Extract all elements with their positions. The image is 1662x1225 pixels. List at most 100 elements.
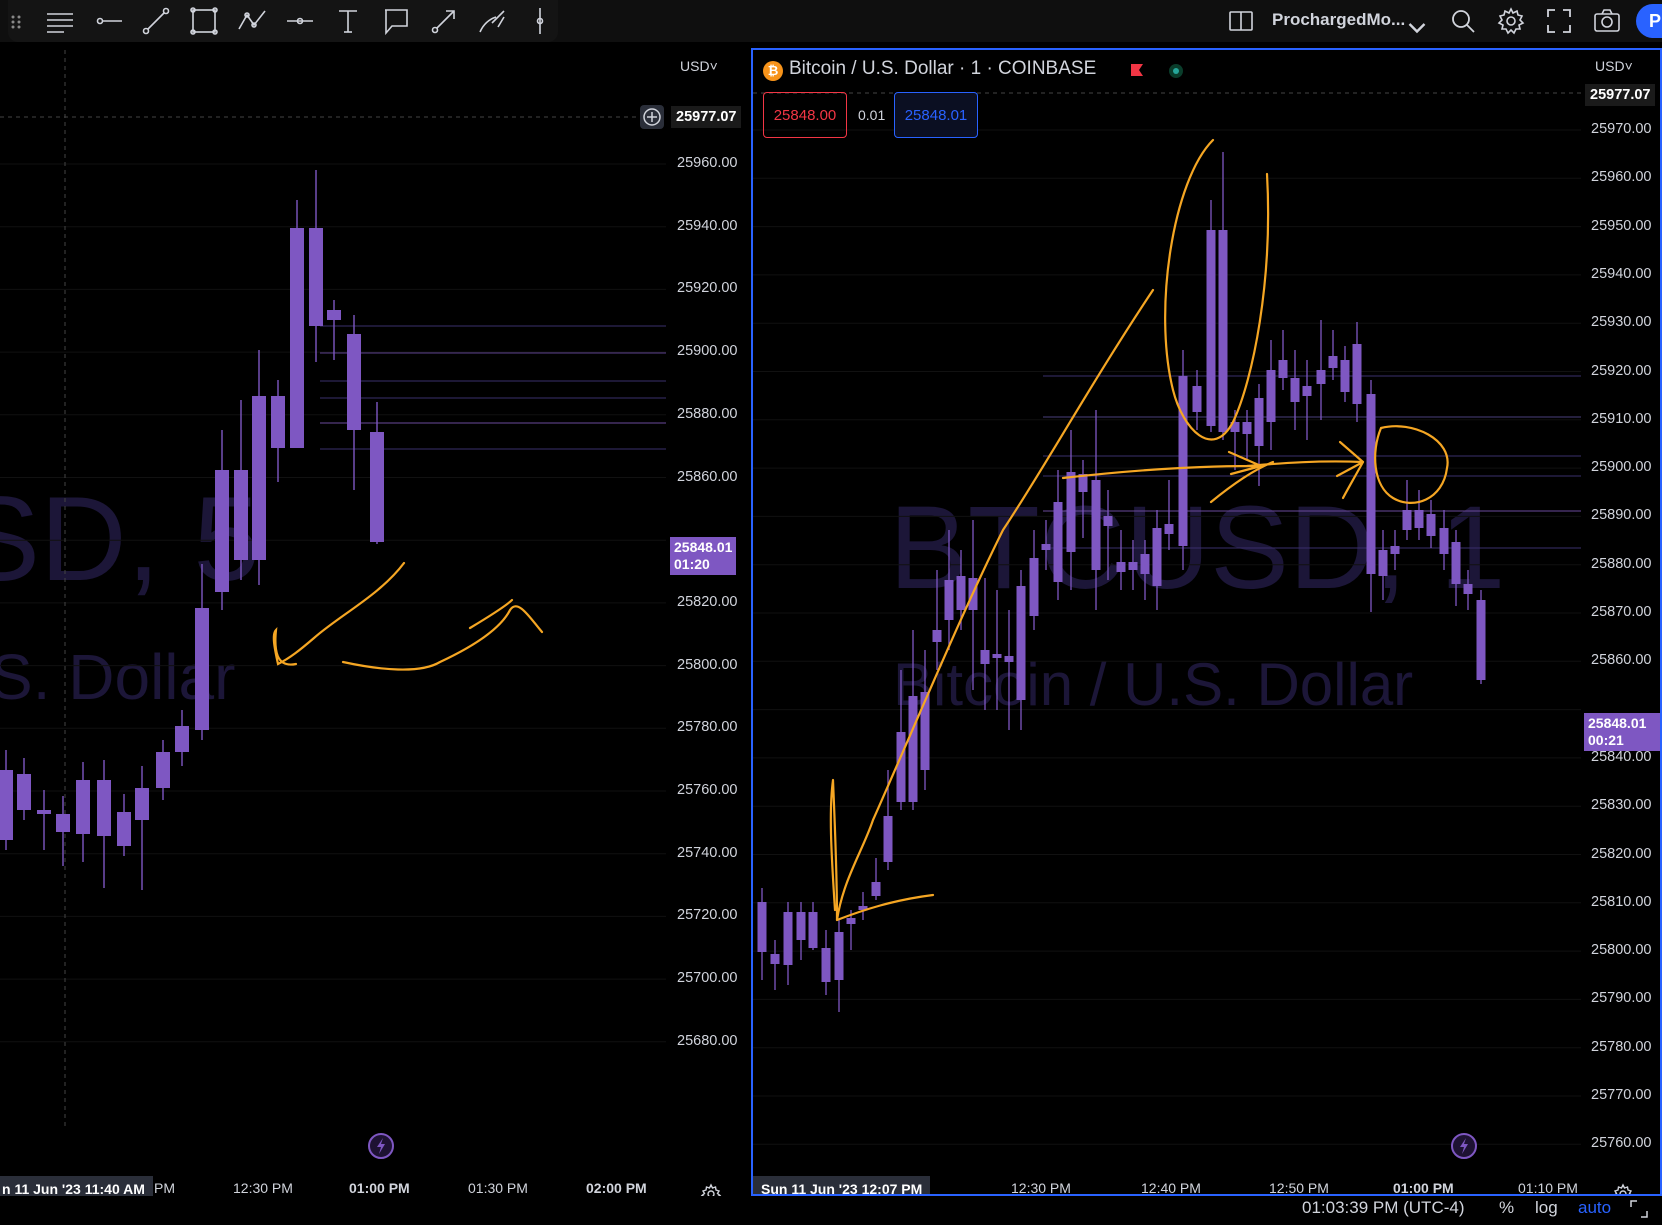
- buy-button[interactable]: 25848.01: [894, 92, 978, 138]
- price-axis-label: 25720.00: [677, 907, 738, 924]
- percent-toggle[interactable]: %: [1499, 1198, 1514, 1218]
- candle-body: [908, 696, 918, 802]
- price-axis-label: 25700.00: [677, 970, 738, 987]
- price-axis-label: 25680.00: [677, 1032, 738, 1049]
- candle-body: [1390, 546, 1400, 554]
- auto-toggle[interactable]: auto: [1578, 1198, 1611, 1218]
- left-currency-label[interactable]: USD˅: [680, 58, 718, 74]
- chevron-down-icon[interactable]: [1402, 12, 1426, 34]
- camera-icon[interactable]: [1592, 6, 1622, 36]
- candle-body: [156, 752, 170, 788]
- price-axis-label: 25940.00: [677, 217, 738, 234]
- candle-body: [290, 228, 304, 448]
- price-axis-label: 25860.00: [1591, 652, 1652, 669]
- price-axis-label: 25900.00: [1591, 459, 1652, 476]
- market-open-dot-icon: [1169, 64, 1183, 78]
- time-axis-label: 12:50 PM: [1269, 1180, 1329, 1196]
- left-price-line-tag: 25977.07: [671, 106, 742, 128]
- layout-name[interactable]: ProchargedMo...: [1272, 10, 1405, 30]
- right-currency-label[interactable]: USD˅: [1595, 58, 1633, 74]
- candle-body: [252, 396, 266, 560]
- publish-button[interactable]: P: [1636, 4, 1662, 38]
- horizontal-lines-icon[interactable]: [44, 5, 76, 37]
- right-candlestick-chart[interactable]: [753, 50, 1662, 1196]
- rectangle-icon[interactable]: [188, 5, 220, 37]
- left-last-price-tag: 25848.01 01:20: [670, 537, 737, 575]
- candle-body: [1302, 386, 1312, 396]
- horizontal-ray-icon[interactable]: [92, 5, 124, 37]
- candle-body: [834, 932, 844, 980]
- price-axis-label: 25860.00: [677, 468, 738, 485]
- candle-body: [1316, 370, 1326, 384]
- add-alert-plus-icon[interactable]: [640, 105, 664, 129]
- text-tool-icon[interactable]: [332, 5, 364, 37]
- trend-line-icon[interactable]: [140, 5, 172, 37]
- time-axis-label: 12:30 PM: [233, 1180, 293, 1196]
- price-axis-label: 25880.00: [677, 405, 738, 422]
- horizontal-line-icon[interactable]: [284, 5, 316, 37]
- price-axis-label: 25810.00: [1591, 893, 1652, 910]
- spread-value: 0.01: [858, 107, 886, 123]
- price-axis-label: 25800.00: [677, 656, 738, 673]
- fullscreen-icon[interactable]: [1544, 6, 1574, 36]
- candle-body: [1004, 656, 1014, 662]
- drawing-tools-bar: [8, 0, 558, 42]
- candle-body: [1128, 562, 1138, 570]
- candle-body: [1053, 502, 1063, 582]
- flag-icon[interactable]: [1129, 62, 1145, 78]
- candle-body: [234, 470, 248, 560]
- search-icon[interactable]: [1448, 6, 1478, 36]
- layout-grid-icon[interactable]: [1226, 6, 1256, 36]
- price-axis-label: 25920.00: [677, 280, 738, 297]
- brush-icon[interactable]: [476, 5, 508, 37]
- candle-body: [757, 902, 767, 952]
- right-last-price-tag: 25848.01 00:21: [1584, 713, 1662, 751]
- candle-body: [56, 814, 70, 832]
- right-chart-pane[interactable]: BTCUSD, 1 Bitcoin / U.S. Dollar ₿ Bitcoi…: [753, 50, 1662, 1205]
- maximize-icon[interactable]: [1628, 1198, 1650, 1220]
- candle-body: [1164, 524, 1174, 534]
- left-chart-pane[interactable]: SD, 5 S. Dollar USD˅ 25960.0025940.00259…: [0, 50, 748, 1205]
- candle-body: [1476, 600, 1486, 680]
- lightning-icon[interactable]: [1449, 1131, 1479, 1161]
- favorites-grip-icon[interactable]: [2, 5, 24, 37]
- candle-body: [796, 912, 806, 940]
- candle-body: [821, 948, 831, 982]
- candle-body: [1152, 528, 1162, 586]
- time-axis-label: PM: [154, 1180, 175, 1196]
- price-axis-label: 25820.00: [1591, 845, 1652, 862]
- price-axis-label: 25790.00: [1591, 990, 1652, 1007]
- status-bar: 01:03:39 PM (UTC-4) % log auto: [0, 1196, 1662, 1223]
- arrow-tool-icon[interactable]: [428, 5, 460, 37]
- lightning-icon[interactable]: [366, 1131, 396, 1161]
- price-axis-label: 25760.00: [677, 782, 738, 798]
- candle-body: [309, 228, 323, 326]
- price-axis-label: 25840.00: [1591, 748, 1652, 765]
- gear-icon[interactable]: [1496, 6, 1526, 36]
- left-candlestick-chart[interactable]: [0, 50, 748, 1196]
- price-axis-label: 25910.00: [1591, 410, 1652, 427]
- price-axis-label: 25780.00: [1591, 1038, 1652, 1055]
- time-axis-label: 12:40 PM: [1141, 1180, 1201, 1196]
- symbol-title[interactable]: Bitcoin / U.S. Dollar · 1 · COINBASE: [789, 58, 1096, 80]
- callout-icon[interactable]: [380, 5, 412, 37]
- candle-body: [175, 726, 189, 752]
- price-axis-label: 25880.00: [1591, 555, 1652, 572]
- candle-body: [1178, 376, 1188, 546]
- candle-body: [1378, 550, 1388, 576]
- price-axis-label: 25780.00: [677, 719, 738, 736]
- path-icon[interactable]: [236, 5, 268, 37]
- vertical-line-icon[interactable]: [524, 5, 556, 37]
- price-axis-label: 25890.00: [1591, 507, 1652, 524]
- clock-timezone[interactable]: 01:03:39 PM (UTC-4): [1302, 1198, 1465, 1218]
- symbol-legend[interactable]: ₿ Bitcoin / U.S. Dollar · 1 · COINBASE: [763, 50, 1223, 90]
- left-last-price: 25848.01: [674, 539, 733, 555]
- candle-body: [1352, 344, 1362, 404]
- candle-body: [1218, 230, 1228, 432]
- candle-body: [17, 774, 31, 810]
- price-axis-label: 25970.00: [1591, 121, 1652, 137]
- candle-body: [944, 580, 954, 620]
- sell-button[interactable]: 25848.00: [763, 92, 847, 138]
- log-toggle[interactable]: log: [1535, 1198, 1558, 1218]
- candle-body: [1463, 584, 1473, 594]
